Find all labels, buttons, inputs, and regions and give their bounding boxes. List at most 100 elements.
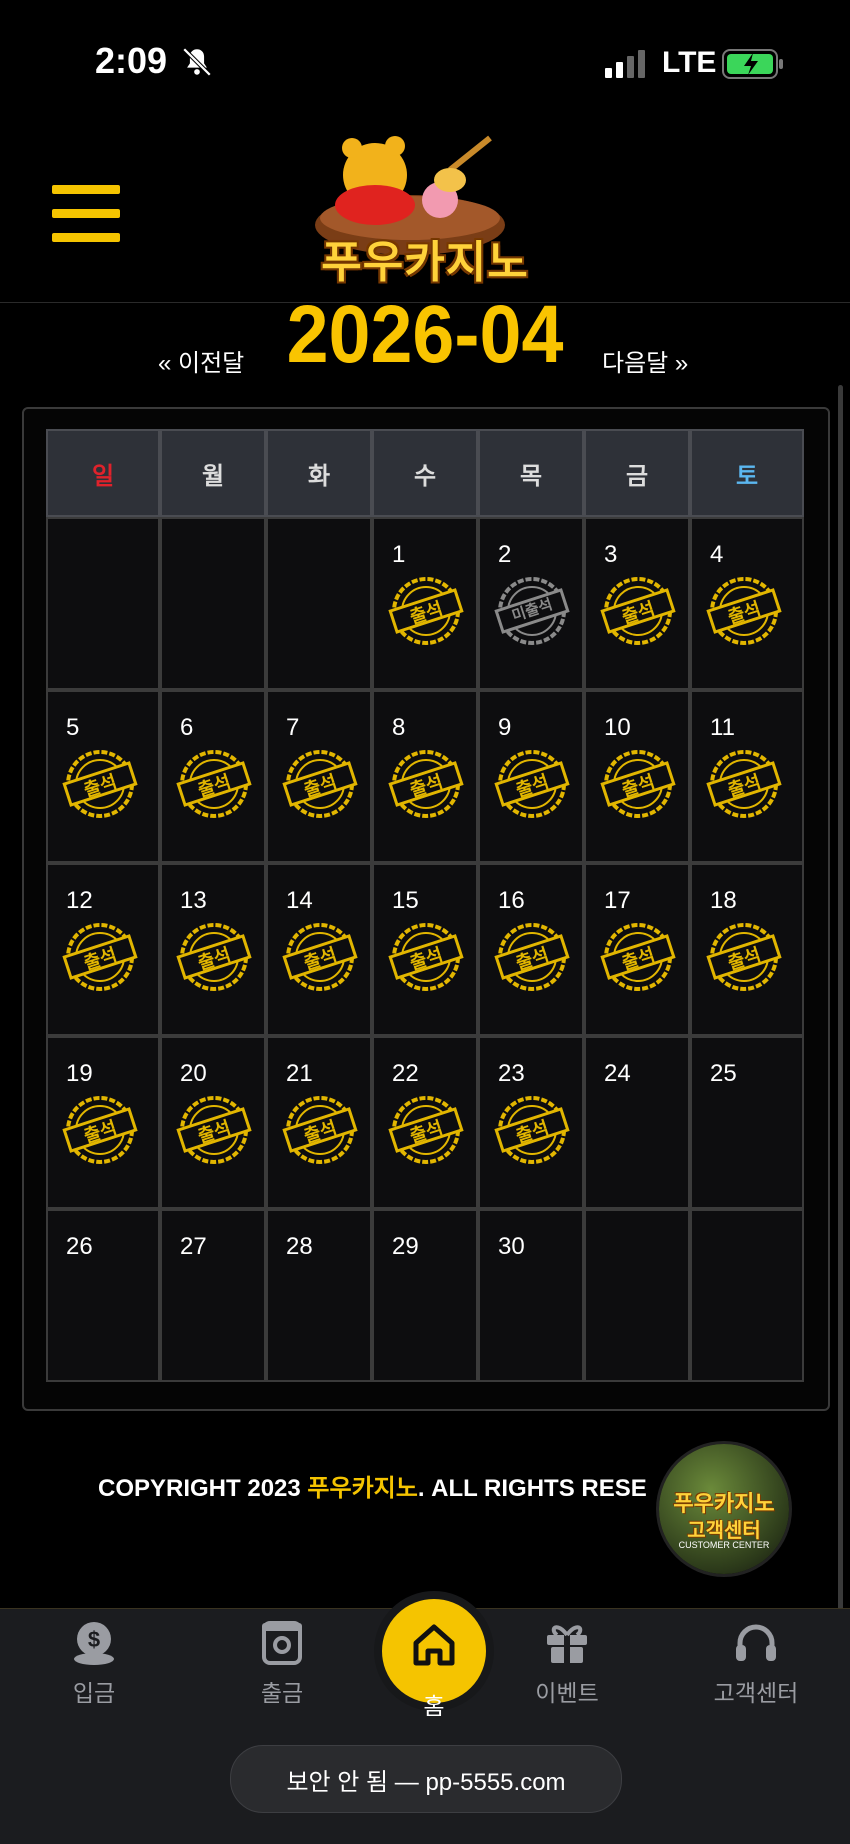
- day-number: 14: [286, 887, 313, 914]
- day-number: 13: [180, 887, 207, 914]
- day-number: 21: [286, 1060, 313, 1087]
- calendar-day-cell[interactable]: 25: [690, 1036, 804, 1209]
- calendar-day-cell[interactable]: 22 출석: [372, 1036, 478, 1209]
- day-number: 3: [604, 541, 618, 568]
- calendar-day-cell[interactable]: 26: [46, 1209, 160, 1382]
- nav-deposit-label: 입금: [72, 1680, 116, 1706]
- calendar-day-cell[interactable]: 23 출석: [478, 1036, 584, 1209]
- nav-withdraw[interactable]: 출금: [222, 1619, 342, 1708]
- calendar-day-cell: [266, 517, 372, 690]
- calendar-day-cell[interactable]: 9 출석: [478, 690, 584, 863]
- calendar-day-cell[interactable]: 19 출석: [46, 1036, 160, 1209]
- calendar-day-cell[interactable]: 7 출석: [266, 690, 372, 863]
- battery-charging-icon: [722, 49, 783, 79]
- day-number: 4: [710, 541, 724, 568]
- nav-deposit[interactable]: $ 입금: [34, 1619, 154, 1708]
- calendar-day-cell: [160, 517, 266, 690]
- copyright-text: COPYRIGHT 2023 푸우카지노. ALL RIGHTS RESE: [98, 1468, 647, 1503]
- weekday-header-5: 금: [584, 429, 690, 517]
- copyright-prefix: COPYRIGHT 2023: [98, 1475, 308, 1502]
- calendar-day-cell[interactable]: 29: [372, 1209, 478, 1382]
- calendar-day-cell[interactable]: 11 출석: [690, 690, 804, 863]
- calendar-day-cell: [584, 1209, 690, 1382]
- status-time: 2:09: [95, 40, 168, 81]
- day-number: 8: [392, 714, 406, 741]
- calendar-day-cell[interactable]: 30: [478, 1209, 584, 1382]
- browser-url-bar[interactable]: 보안 안 됨 — pp-5555.com: [230, 1745, 622, 1813]
- day-number: 18: [710, 887, 737, 914]
- day-number: 29: [392, 1233, 419, 1260]
- scrollbar[interactable]: [838, 385, 843, 1685]
- calendar-day-cell[interactable]: 14 출석: [266, 863, 372, 1036]
- day-number: 25: [710, 1060, 737, 1087]
- nav-event-label: 이벤트: [535, 1680, 599, 1706]
- withdraw-icon: [262, 1621, 302, 1665]
- headset-icon: [736, 1624, 776, 1661]
- calendar-day-cell[interactable]: 27: [160, 1209, 266, 1382]
- previous-month-link[interactable]: « 이전달: [158, 343, 244, 378]
- next-month-link[interactable]: 다음달 »: [602, 343, 688, 378]
- nav-event[interactable]: 이벤트: [507, 1619, 627, 1708]
- hamburger-menu-button[interactable]: [52, 185, 120, 243]
- day-number: 5: [66, 714, 80, 741]
- day-number: 16: [498, 887, 525, 914]
- calendar-day-cell[interactable]: 17 출석: [584, 863, 690, 1036]
- day-number: 24: [604, 1060, 631, 1087]
- weekday-header-4: 목: [478, 429, 584, 517]
- calendar-day-cell[interactable]: 2 미출석: [478, 517, 584, 690]
- calendar-day-cell[interactable]: 28: [266, 1209, 372, 1382]
- calendar-day-cell[interactable]: 24: [584, 1036, 690, 1209]
- calendar-day-cell[interactable]: 6 출석: [160, 690, 266, 863]
- home-icon: [413, 1624, 455, 1666]
- site-header: 푸우카지노: [0, 120, 850, 303]
- calendar-day-cell[interactable]: 8 출석: [372, 690, 478, 863]
- day-number: 7: [286, 714, 300, 741]
- day-number: 26: [66, 1233, 93, 1260]
- day-number: 11: [710, 714, 735, 741]
- customer-center-floating-button[interactable]: 푸우카지노 고객센터 CUSTOMER CENTER: [659, 1444, 789, 1574]
- day-number: 2: [498, 541, 512, 568]
- calendar-day-cell[interactable]: 5 출석: [46, 690, 160, 863]
- day-number: 1: [392, 541, 406, 568]
- day-number: 22: [392, 1060, 419, 1087]
- nav-withdraw-label: 출금: [260, 1680, 304, 1706]
- nav-customer-center-label: 고객센터: [713, 1680, 799, 1706]
- calendar-day-cell[interactable]: 12 출석: [46, 863, 160, 1036]
- calendar-week-row: 1 출석 2 미출석 3 출석 4 출석: [46, 517, 806, 690]
- weekday-header-2: 화: [266, 429, 372, 517]
- copyright-suffix: . ALL RIGHTS RESE: [417, 1475, 647, 1502]
- calendar-day-cell[interactable]: 1 출석: [372, 517, 478, 690]
- deposit-icon: $: [74, 1622, 114, 1665]
- attendance-calendar: 일월화수목금토 1 출석 2 미출석 3 출석 4 출석 5 출석 6 출석 7 출석 8 출석 9 출석 10 출석…: [22, 407, 830, 1411]
- month-title: 2026-04: [286, 289, 564, 380]
- calendar-day-cell[interactable]: 20 출석: [160, 1036, 266, 1209]
- day-number: 10: [604, 714, 631, 741]
- day-number: 9: [498, 714, 512, 741]
- calendar-day-cell[interactable]: 15 출석: [372, 863, 478, 1036]
- network-type: LTE: [662, 46, 717, 79]
- day-number: 19: [66, 1060, 93, 1087]
- status-bar: 2:09 LTE: [0, 0, 850, 120]
- calendar-day-cell[interactable]: 16 출석: [478, 863, 584, 1036]
- day-number: 15: [392, 887, 419, 914]
- calendar-day-cell[interactable]: 3 출석: [584, 517, 690, 690]
- calendar-day-cell[interactable]: 13 출석: [160, 863, 266, 1036]
- day-number: 17: [604, 887, 631, 914]
- weekday-header-0: 일: [46, 429, 160, 517]
- calendar-day-cell: [46, 517, 160, 690]
- calendar-day-cell[interactable]: 4 출석: [690, 517, 804, 690]
- site-logo[interactable]: 푸우카지노: [300, 130, 550, 300]
- calendar-day-cell[interactable]: 18 출석: [690, 863, 804, 1036]
- day-number: 6: [180, 714, 194, 741]
- calendar-day-cell[interactable]: 10 출석: [584, 690, 690, 863]
- calendar-week-row: 5 출석 6 출석 7 출석 8 출석 9 출석 10 출석 11 출석: [46, 690, 806, 863]
- day-number: 20: [180, 1060, 207, 1087]
- nav-customer-center[interactable]: 고객센터: [696, 1619, 816, 1708]
- silent-bell-icon: [182, 47, 212, 77]
- calendar-week-row: 12 출석 13 출석 14 출석 15 출석 16 출석 17 출석 18 출석: [46, 863, 806, 1036]
- calendar-body: 1 출석 2 미출석 3 출석 4 출석 5 출석 6 출석 7 출석 8 출석 9 출석 10 출석 11 출석 12 출석…: [46, 517, 806, 1382]
- calendar-day-cell[interactable]: 21 출석: [266, 1036, 372, 1209]
- svg-text:$: $: [88, 1627, 100, 1652]
- nav-home-label: 홈: [423, 1693, 445, 1719]
- logo-text: 푸우카지노: [321, 238, 529, 287]
